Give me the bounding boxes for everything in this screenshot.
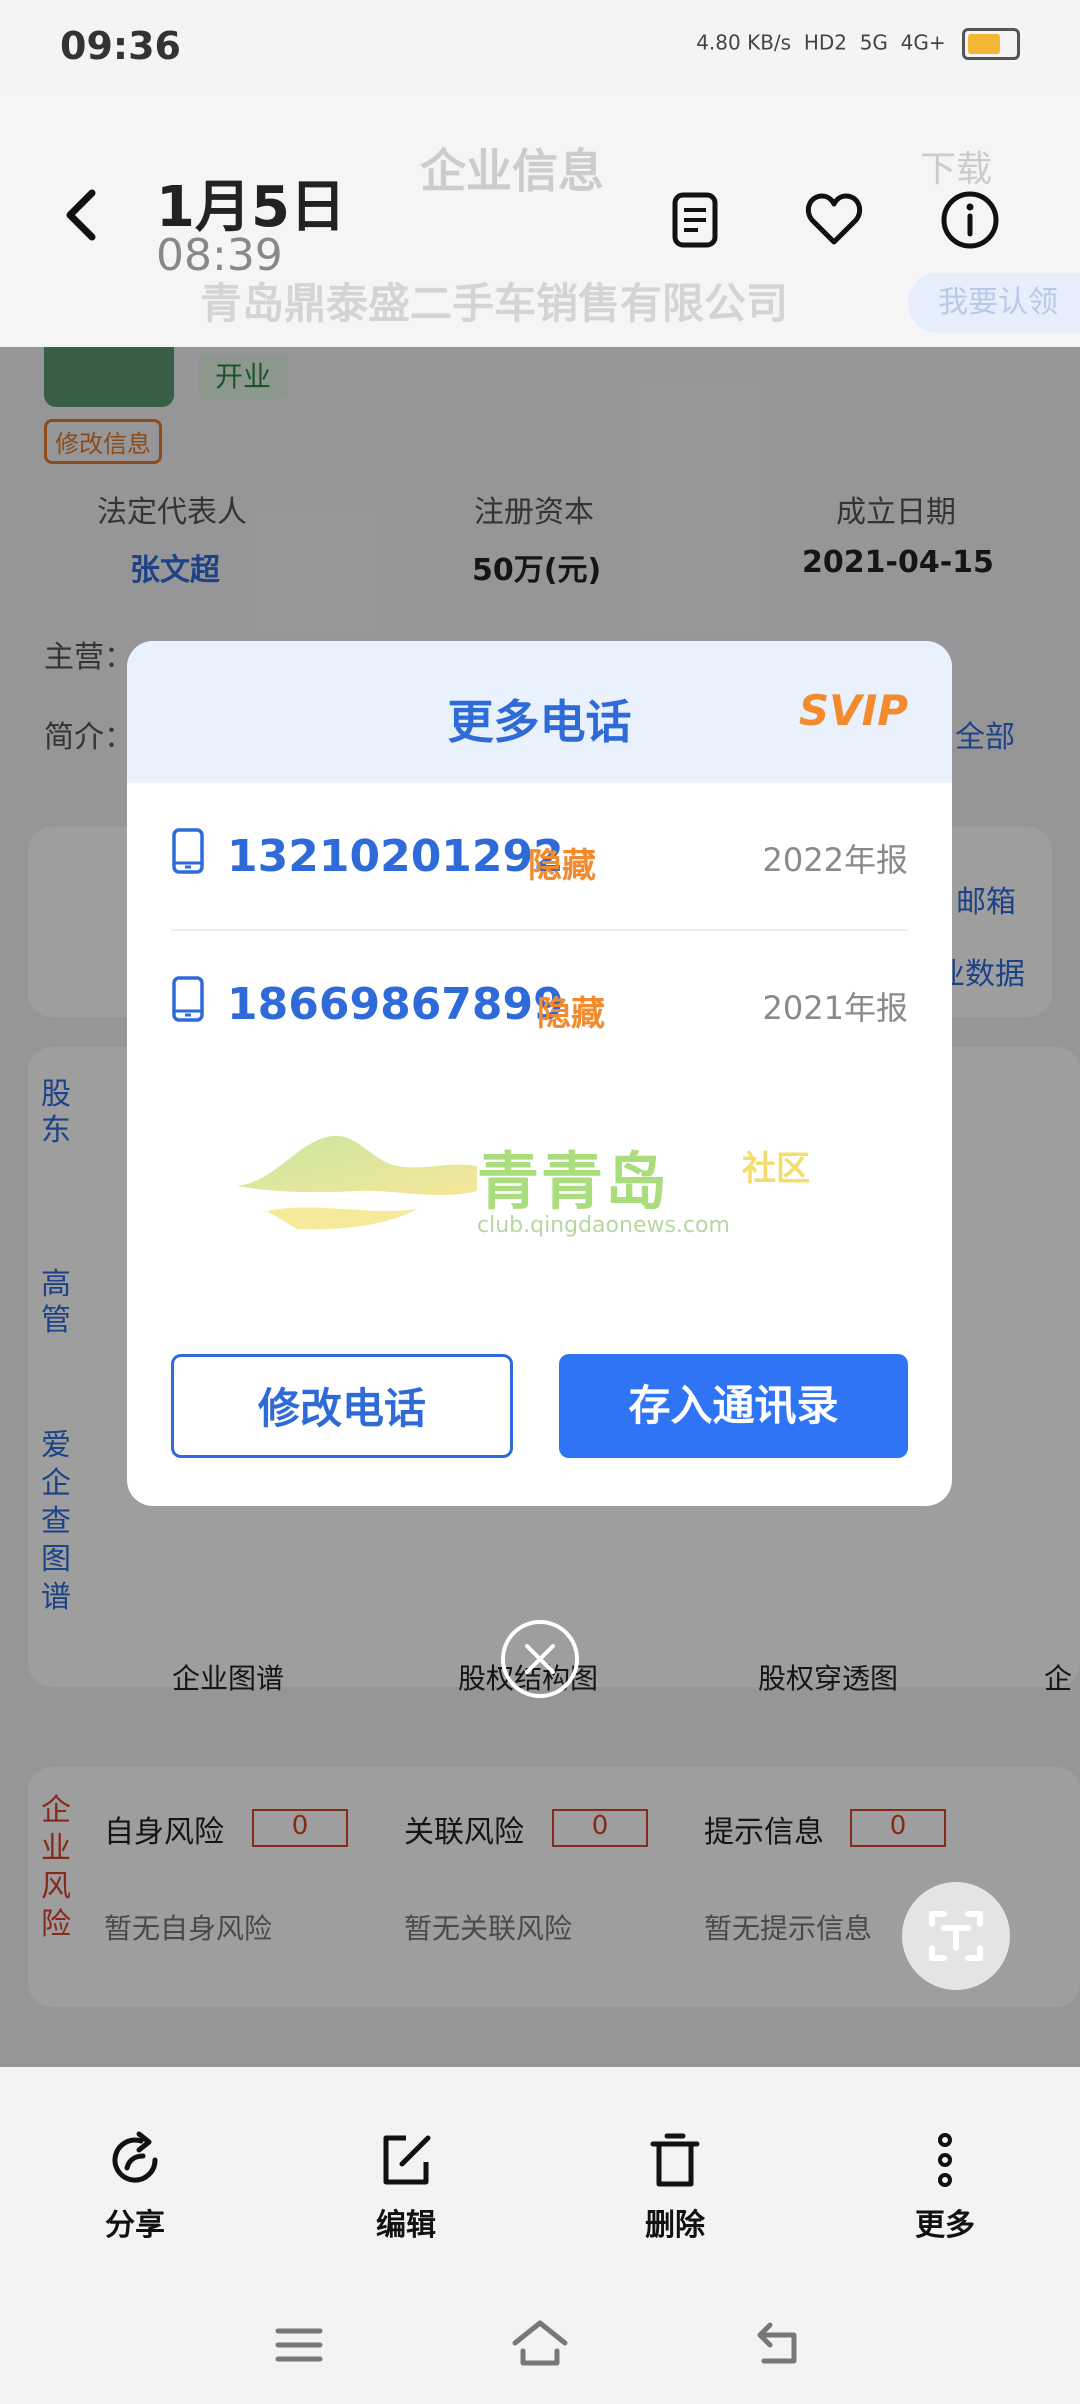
edit-icon bbox=[383, 2135, 431, 2185]
4g-label: 4G+ bbox=[900, 30, 946, 55]
report-year: 2022年报 bbox=[762, 841, 908, 879]
phone-icon bbox=[172, 828, 204, 874]
battery-icon bbox=[962, 28, 1020, 60]
status-indicators: 4.80 KB/s HD2 5G 4G+ bbox=[696, 28, 1020, 60]
close-icon[interactable] bbox=[499, 1618, 581, 1700]
net-speed: 4.80 KB/s bbox=[696, 30, 792, 55]
edit-label: 编辑 bbox=[376, 2208, 436, 2243]
save-to-contacts-button[interactable]: 存入通讯录 bbox=[559, 1354, 908, 1458]
phone-number[interactable]: 18669867899 bbox=[227, 979, 564, 1030]
hidden-label[interactable]: 隐藏 bbox=[528, 838, 596, 887]
share-icon bbox=[112, 2131, 158, 2183]
scan-text-icon bbox=[929, 1911, 983, 1961]
watermark-tag: 社区 bbox=[742, 1149, 810, 1189]
edit-button[interactable]: 编辑 bbox=[336, 2130, 476, 2244]
report-year: 2021年报 bbox=[762, 989, 908, 1027]
watermark-url: club.qingdaonews.com bbox=[477, 1213, 730, 1238]
download-faded: 下载 bbox=[920, 149, 993, 190]
5g-label: 5G bbox=[859, 30, 888, 55]
phone-row[interactable]: 13210201292 隐藏 2022年报 bbox=[171, 783, 908, 928]
edit-phone-button[interactable]: 修改电话 bbox=[171, 1354, 513, 1458]
home-icon[interactable] bbox=[509, 2317, 571, 2369]
share-button[interactable]: 分享 bbox=[65, 2130, 205, 2244]
back-nav-icon[interactable] bbox=[754, 2319, 804, 2367]
back-icon[interactable] bbox=[60, 185, 104, 245]
delete-label: 删除 bbox=[645, 2208, 705, 2243]
heart-icon[interactable] bbox=[804, 190, 864, 250]
delete-icon bbox=[650, 2133, 700, 2187]
more-label: 更多 bbox=[915, 2208, 975, 2243]
watermark: 青青岛 社区 club.qingdaonews.com bbox=[237, 1131, 837, 1251]
more-phones-dialog: 更多电话 SVIP 13210201292 隐藏 2022年报 18669867… bbox=[127, 641, 952, 1506]
system-nav-bar bbox=[0, 2285, 1080, 2404]
status-bar: 09:36 4.80 KB/s HD2 5G 4G+ bbox=[0, 0, 1080, 95]
share-label: 分享 bbox=[105, 2208, 165, 2243]
delete-button[interactable]: 删除 bbox=[605, 2130, 745, 2244]
photo-action-bar: 分享 编辑 删除 更多 bbox=[0, 2075, 1080, 2285]
hd-label: HD2 bbox=[803, 30, 847, 55]
phone-number[interactable]: 13210201292 bbox=[227, 831, 564, 882]
more-icon bbox=[938, 2133, 952, 2187]
text-scan-button[interactable] bbox=[902, 1882, 1010, 1990]
info-icon[interactable] bbox=[940, 190, 1000, 250]
more-button[interactable]: 更多 bbox=[875, 2130, 1015, 2244]
menu-icon[interactable] bbox=[274, 2325, 324, 2365]
mountain-logo bbox=[237, 1135, 477, 1230]
watermark-title: 青青岛 bbox=[477, 1145, 670, 1218]
claim-button[interactable]: 我要认领 bbox=[908, 273, 1080, 333]
svip-badge: SVIP bbox=[798, 686, 908, 735]
page-title-faded: 企业信息 bbox=[420, 144, 604, 198]
phone-icon bbox=[172, 976, 204, 1022]
photo-time: 08:39 bbox=[156, 230, 283, 281]
phone-row[interactable]: 18669867899 隐藏 2021年报 bbox=[171, 931, 908, 1076]
hidden-label[interactable]: 隐藏 bbox=[537, 986, 605, 1035]
details-icon[interactable] bbox=[665, 190, 725, 250]
status-time: 09:36 bbox=[60, 24, 181, 68]
company-name-faded: 青岛鼎泰盛二手车销售有限公司 bbox=[200, 279, 789, 328]
